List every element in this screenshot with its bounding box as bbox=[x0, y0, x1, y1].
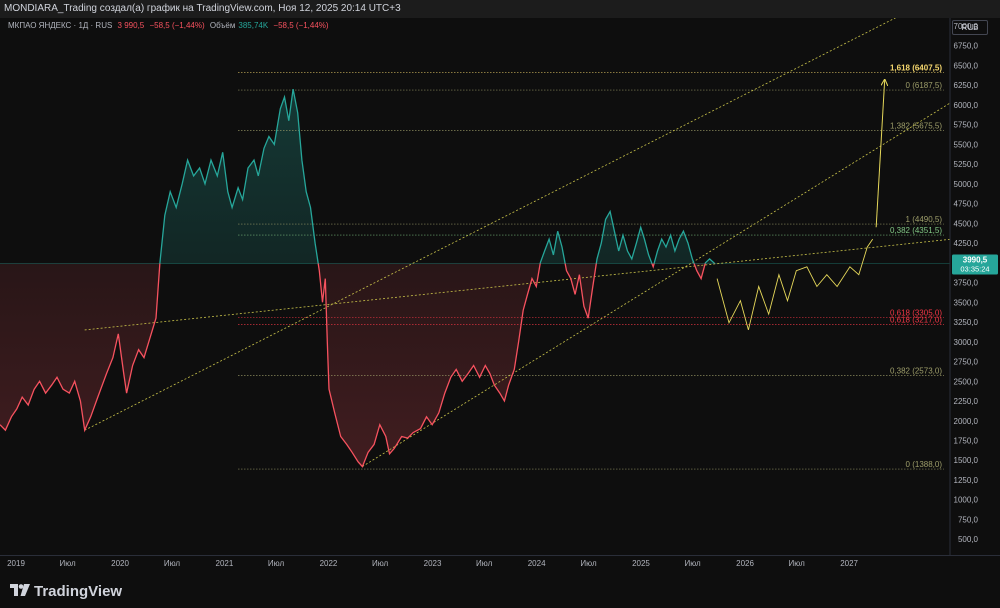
fib-level-label: 1 (4490,5) bbox=[906, 215, 943, 224]
volume-label[interactable]: Объём bbox=[210, 21, 236, 30]
projection-path bbox=[716, 238, 874, 331]
fib-level-label: 1,618 (6407,5) bbox=[890, 64, 942, 73]
x-tick-label: 2026 bbox=[736, 559, 754, 568]
x-tick-label: Июл bbox=[476, 559, 493, 568]
x-tick-label: Июл bbox=[684, 559, 701, 568]
y-tick-label: 3500,0 bbox=[954, 298, 979, 307]
tradingview-brand[interactable]: TradingView bbox=[10, 583, 122, 600]
y-tick-label: 3750,0 bbox=[954, 279, 979, 288]
brand-name: TradingView bbox=[34, 583, 123, 600]
y-tick-label: 750,0 bbox=[958, 515, 979, 524]
x-tick-label: 2025 bbox=[632, 559, 650, 568]
x-tick-label: 2021 bbox=[216, 559, 234, 568]
y-tick-label: 2750,0 bbox=[954, 358, 979, 367]
price-axis[interactable]: 500,0 750,0 1000,0 1250,0 1500,0 1750,0 2000,0… bbox=[949, 18, 1000, 574]
x-tick-label: Июл bbox=[164, 559, 181, 568]
y-tick-label: 500,0 bbox=[958, 535, 979, 544]
y-tick-label: 3250,0 bbox=[954, 318, 979, 327]
time-axis[interactable]: 2019 Июл 2020 Июл 2021 Июл 2022 Июл 2023 Июл 2024 И… bbox=[0, 555, 1000, 574]
y-tick-label: 4500,0 bbox=[954, 219, 979, 228]
fib-level-label: 0 (6187,5) bbox=[906, 81, 943, 90]
header-bar: MONDIARA_Trading создал(а) график на Tra… bbox=[0, 0, 1000, 18]
fib-level-label: 0,382 (2573,0) bbox=[890, 366, 942, 375]
last-price-tag: 3990,503:35:24 bbox=[952, 254, 998, 275]
y-tick-label: 6250,0 bbox=[954, 81, 979, 90]
volume-change: −58,5 (−1,44%) bbox=[273, 21, 329, 30]
y-tick-label: 6500,0 bbox=[954, 61, 979, 70]
y-tick-label: 1750,0 bbox=[954, 436, 979, 445]
y-tick-label: 3000,0 bbox=[954, 338, 979, 347]
x-tick-label: Июл bbox=[580, 559, 597, 568]
x-tick-label: 2020 bbox=[111, 559, 129, 568]
y-tick-label: 4750,0 bbox=[954, 200, 979, 209]
chart-author-title: MONDIARA_Trading создал(а) график на Tra… bbox=[4, 3, 401, 14]
x-tick-label: 2023 bbox=[424, 559, 442, 568]
x-tick-label: 2022 bbox=[320, 559, 338, 568]
volume-value: 385,74K bbox=[238, 21, 269, 30]
y-tick-label: 1000,0 bbox=[954, 496, 979, 505]
x-tick-label: 2027 bbox=[840, 559, 858, 568]
footer-bar: TradingView bbox=[0, 574, 1000, 608]
fib-level-label: 1,382 (5675,5) bbox=[890, 121, 942, 130]
y-tick-label: 5750,0 bbox=[954, 121, 979, 130]
symbol-name[interactable]: МКПАО ЯНДЕКС · 1Д · RUS bbox=[8, 21, 112, 30]
y-tick-label: 5250,0 bbox=[954, 160, 979, 169]
y-tick-label: 2000,0 bbox=[954, 417, 979, 426]
x-tick-label: Июл bbox=[59, 559, 76, 568]
x-tick-label: 2019 bbox=[7, 559, 25, 568]
y-tick-label: 2500,0 bbox=[954, 377, 979, 386]
x-tick-label: 2024 bbox=[528, 559, 546, 568]
target-arrow bbox=[875, 80, 885, 228]
last-price: 3 990,5 bbox=[117, 21, 145, 30]
y-tick-label: 5500,0 bbox=[954, 140, 979, 149]
x-tick-label: Июл bbox=[372, 559, 389, 568]
bear-area-fill bbox=[0, 263, 715, 467]
tradingview-logo-icon bbox=[10, 583, 30, 600]
price-change: −58,5 (−1,44%) bbox=[149, 21, 205, 30]
forecast-projection bbox=[716, 80, 885, 331]
currency-selector[interactable]: RUB bbox=[952, 20, 988, 35]
fib-level-label: 0 (1388,0) bbox=[906, 460, 943, 469]
price-tag-value: 3990,5 bbox=[963, 256, 988, 265]
y-tick-label: 1500,0 bbox=[954, 456, 979, 465]
fib-level-label: 0,618 (3217,0) bbox=[890, 316, 942, 325]
x-tick-label: Июл bbox=[268, 559, 285, 568]
fib-level-label: 0,382 (4351,5) bbox=[890, 226, 942, 235]
symbol-legend: МКПАО ЯНДЕКС · 1Д · RUS 3 990,5 −58,5 (−… bbox=[8, 21, 332, 30]
y-tick-label: 4250,0 bbox=[954, 239, 979, 248]
price-tag-countdown: 03:35:24 bbox=[960, 265, 989, 274]
y-tick-label: 1250,0 bbox=[954, 476, 979, 485]
y-tick-label: 5000,0 bbox=[954, 180, 979, 189]
price-chart[interactable]: 1,618 (6407,5) 0 (6187,5) 1,382 (5675,5) 1 … bbox=[0, 0, 1000, 608]
y-tick-label: 6000,0 bbox=[954, 101, 979, 110]
area-fills bbox=[0, 89, 950, 467]
y-tick-label: 2250,0 bbox=[954, 397, 979, 406]
y-tick-label: 6750,0 bbox=[954, 42, 979, 51]
x-tick-label: Июл bbox=[789, 559, 806, 568]
